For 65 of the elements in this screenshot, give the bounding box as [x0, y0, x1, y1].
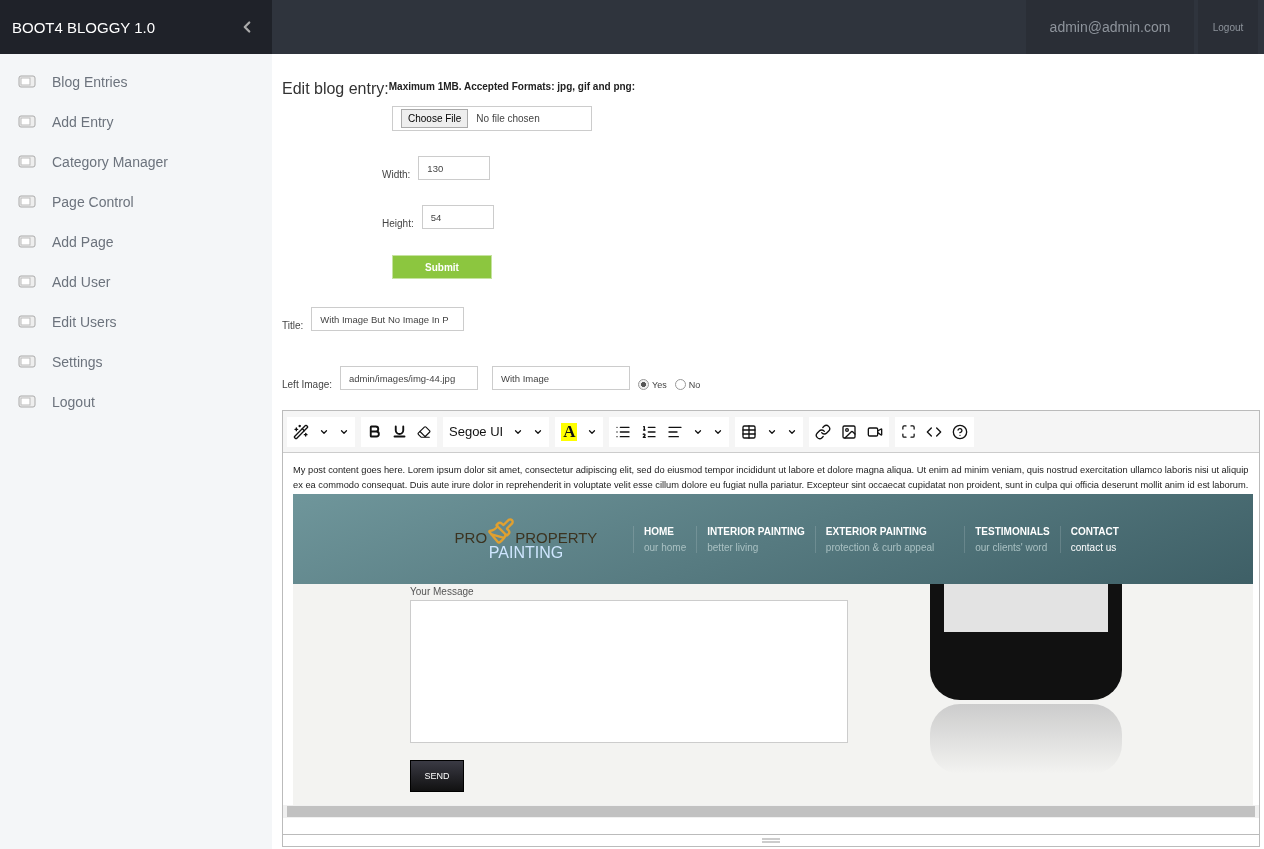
logout-link[interactable]: Logout	[1198, 0, 1258, 54]
table-icon[interactable]	[741, 423, 758, 440]
sidebar-item[interactable]: Settings	[0, 342, 272, 382]
sidebar-item[interactable]: Blog Entries	[0, 62, 272, 102]
site-nav-link[interactable]: CONTACT contact us	[1059, 525, 1129, 553]
image-path-field[interactable]: admin/images/img-44.jpg	[340, 366, 479, 390]
monitor-icon	[18, 355, 36, 369]
radio-label: Yes	[652, 379, 667, 390]
site-nav-link[interactable]: INTERIOR PAINTING better living	[696, 525, 815, 553]
user-link[interactable]: admin@admin.com	[1026, 0, 1194, 54]
sidebar-item[interactable]: Add User	[0, 262, 272, 302]
bold-icon[interactable]	[367, 424, 382, 439]
left-image-label: Left Image:	[282, 379, 333, 390]
underline-icon[interactable]	[392, 424, 407, 439]
message-label: Your Message	[410, 586, 475, 597]
site-nav-link[interactable]: TESTIMONIALS our clients' word	[964, 525, 1060, 553]
resize-handle[interactable]	[283, 834, 1259, 846]
eraser-icon[interactable]	[417, 424, 431, 439]
height-field[interactable]: 54	[421, 205, 494, 229]
monitor-icon	[18, 235, 36, 249]
magic-wand-icon[interactable]	[293, 423, 309, 440]
send-button[interactable]: SEND	[410, 760, 464, 792]
choose-file-button[interactable]: Choose File	[401, 109, 469, 128]
sidebar-item[interactable]: Add Page	[0, 222, 272, 262]
monitor-icon	[18, 315, 36, 329]
width-field[interactable]: 130	[418, 156, 491, 180]
title-label: Title:	[282, 320, 304, 331]
height-label: Height:	[382, 218, 414, 229]
numbered-list-icon[interactable]	[641, 423, 658, 440]
horizontal-scrollbar[interactable]	[283, 805, 1259, 818]
brand-title: BOOT4 BLOGGY 1.0	[12, 18, 156, 36]
monitor-icon	[18, 75, 36, 89]
sidebar-item[interactable]: Page Control	[0, 182, 272, 222]
page-heading: Edit blog entry:	[282, 80, 389, 98]
sidebar-item[interactable]: Category Manager	[0, 142, 272, 182]
radio-button[interactable]	[638, 379, 650, 390]
link-icon[interactable]	[815, 423, 832, 440]
radio-button[interactable]	[674, 379, 686, 390]
image-icon[interactable]	[841, 423, 858, 440]
message-field[interactable]	[410, 600, 848, 743]
sidebar-item[interactable]: Edit Users	[0, 302, 272, 342]
file-status: No file chosen	[476, 113, 540, 124]
text-color-button[interactable]: A	[561, 422, 578, 441]
radio-label: No	[688, 379, 701, 390]
width-label: Width:	[382, 169, 411, 180]
logo-text: PROPERTY	[515, 530, 598, 545]
sidebar-item[interactable]: Add Entry	[0, 102, 272, 142]
file-input[interactable]: Choose File No file chosen	[392, 106, 592, 131]
monitor-icon	[18, 195, 36, 209]
site-nav-link[interactable]: HOME our home	[633, 525, 697, 553]
site-nav-link[interactable]: EXTERIOR PAINTING protection & curb appeal	[814, 525, 965, 553]
image-caption-field[interactable]: With Image	[492, 366, 631, 390]
post-content: My post content goes here. Lorem ipsum dolor sit amet, consectetur adipiscing elit, sed do eiusmod tempor incididunt ut labore et dolore magna aliqua. Ut enim ad minim veniam, quis nostrud exercitation ullamco laboris nisi ut aliquip ex ea commodo consequat. Duis aute irure dolor in reprehenderit in voluptate velit esse cillum dolore eu fugiat nulla pariatur. Excepteur sint occaecat cupidatat non proident, sunt in culpa qui officia deserunt mollit anim id est laborum.	[293, 464, 1250, 492]
monitor-icon	[18, 395, 36, 409]
monitor-icon	[18, 115, 36, 129]
title-field[interactable]: With Image But No Image In P	[311, 307, 465, 331]
upload-note: Maximum 1MB. Accepted Formats: jpg, gif and png:	[388, 81, 636, 92]
monitor-icon	[18, 155, 36, 169]
help-icon[interactable]	[952, 423, 969, 440]
fullscreen-icon[interactable]	[901, 424, 917, 439]
logo-text: PAINTING	[488, 545, 564, 561]
paintbrush-icon	[487, 517, 516, 545]
sidebar-item[interactable]: Logout	[0, 382, 272, 422]
logo-text: PRO	[454, 530, 488, 545]
monitor-icon	[18, 275, 36, 289]
